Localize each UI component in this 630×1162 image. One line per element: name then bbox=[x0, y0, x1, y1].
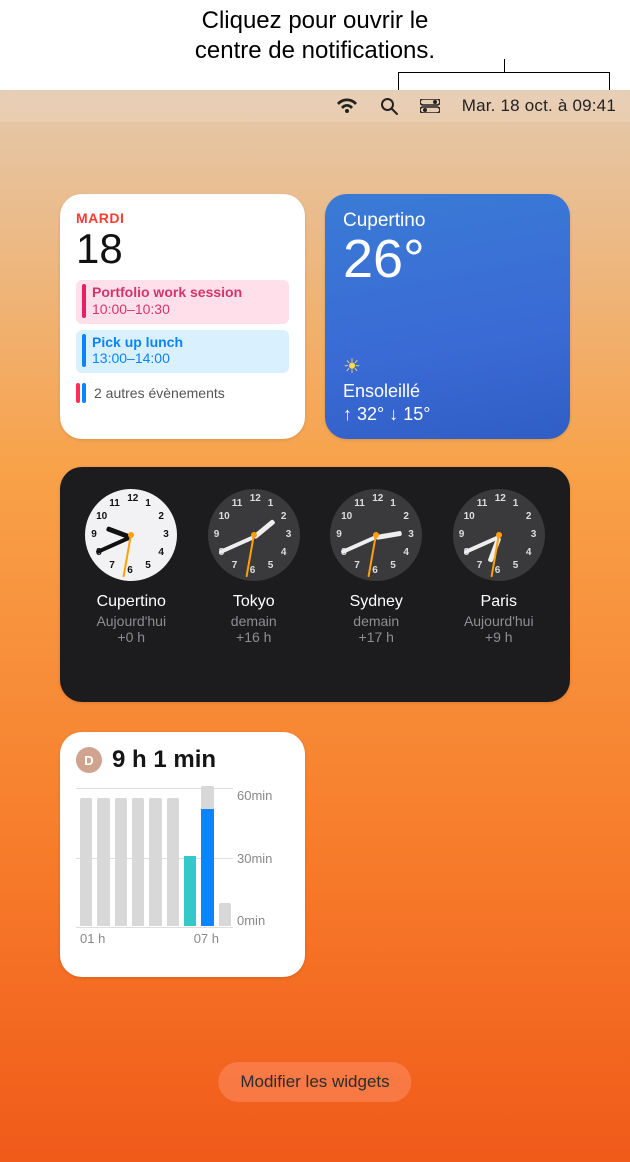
chart-bar bbox=[115, 798, 127, 926]
world-clock-city: 123456789101112 Sydney demain+17 h bbox=[316, 489, 436, 645]
search-icon[interactable] bbox=[380, 97, 398, 115]
chart-bar bbox=[132, 798, 144, 926]
clock-city-day: Aujourd'hui bbox=[439, 613, 559, 629]
edit-widgets-button[interactable]: Modifier les widgets bbox=[218, 1062, 411, 1102]
chart-bar bbox=[219, 903, 231, 926]
menubar: Mar. 18 oct. à 09:41 bbox=[0, 90, 630, 122]
more-events-label: 2 autres évènements bbox=[94, 385, 225, 401]
clock-city-offset: +0 h bbox=[71, 629, 191, 645]
chart-bar bbox=[149, 798, 161, 926]
menubar-datetime[interactable]: Mar. 18 oct. à 09:41 bbox=[462, 96, 616, 116]
clock-city-name: Sydney bbox=[316, 593, 436, 611]
callout-bracket bbox=[398, 72, 610, 90]
clock-city-day: demain bbox=[194, 613, 314, 629]
notification-center-widgets: MARDI 18 Portfolio work session 10:00–10… bbox=[0, 122, 630, 997]
clock-city-day: demain bbox=[316, 613, 436, 629]
screentime-widget[interactable]: D 9 h 1 min 60min 30min 0min 01 h 07 h bbox=[60, 732, 305, 977]
calendar-day-label: MARDI bbox=[76, 210, 289, 226]
calendar-event[interactable]: Pick up lunch 13:00–14:00 bbox=[76, 330, 289, 374]
calendar-event[interactable]: Portfolio work session 10:00–10:30 bbox=[76, 280, 289, 324]
chart-bar bbox=[167, 798, 179, 926]
calendar-more-events[interactable]: 2 autres évènements bbox=[76, 383, 289, 403]
clock-face: 123456789101112 bbox=[85, 489, 177, 581]
wifi-icon[interactable] bbox=[336, 98, 358, 114]
clock-city-name: Paris bbox=[439, 593, 559, 611]
event-title: Pick up lunch bbox=[92, 334, 183, 351]
world-clock-city: 123456789101112 Tokyo demain+16 h bbox=[194, 489, 314, 645]
clock-city-name: Cupertino bbox=[71, 593, 191, 611]
weather-condition: Ensoleillé bbox=[343, 381, 552, 402]
chart-bars bbox=[80, 786, 231, 926]
callout-line1: Cliquez pour ouvrir le bbox=[202, 7, 429, 34]
chart-bar bbox=[80, 798, 92, 926]
clock-face: 123456789101112 bbox=[208, 489, 300, 581]
weather-temp: 26° bbox=[343, 232, 552, 286]
clock-face: 123456789101112 bbox=[330, 489, 422, 581]
world-clock-city: 123456789101112 Paris Aujourd'hui+9 h bbox=[439, 489, 559, 645]
calendar-date-number: 18 bbox=[76, 228, 289, 270]
weather-hilo: ↑ 32° ↓ 15° bbox=[343, 404, 552, 425]
sun-icon: ☀︎ bbox=[343, 354, 552, 379]
clock-city-offset: +16 h bbox=[194, 629, 314, 645]
event-title: Portfolio work session bbox=[92, 284, 242, 301]
screentime-chart: 60min 30min 0min 01 h 07 h bbox=[76, 788, 289, 938]
control-center-icon[interactable] bbox=[420, 99, 440, 113]
chart-bar bbox=[97, 798, 109, 926]
callout-line2: centre de notifications. bbox=[195, 37, 435, 64]
world-clock-widget[interactable]: 123456789101112CupertinoAujourd'hui+0 h1… bbox=[60, 467, 570, 702]
clock-city-offset: +17 h bbox=[316, 629, 436, 645]
screentime-duration: 9 h 1 min bbox=[112, 746, 216, 774]
event-color-bar bbox=[82, 334, 86, 368]
event-time: 10:00–10:30 bbox=[92, 301, 242, 318]
chart-ylabels: 60min 30min 0min bbox=[237, 788, 289, 928]
chart-bar bbox=[184, 856, 196, 926]
desktop-screen: Mar. 18 oct. à 09:41 MARDI 18 Portfolio … bbox=[0, 90, 630, 1162]
callout-text: Cliquez pour ouvrir le centre de notific… bbox=[0, 6, 630, 66]
world-clock-city: 123456789101112 Cupertino Aujourd'hui+0 h bbox=[71, 489, 191, 645]
screentime-badge: D bbox=[76, 747, 102, 773]
chart-xlabels: 01 h 07 h bbox=[80, 931, 231, 946]
clock-city-day: Aujourd'hui bbox=[71, 613, 191, 629]
clock-city-name: Tokyo bbox=[194, 593, 314, 611]
clock-face: 123456789101112 bbox=[453, 489, 545, 581]
more-events-color-bars bbox=[76, 383, 86, 403]
calendar-widget[interactable]: MARDI 18 Portfolio work session 10:00–10… bbox=[60, 194, 305, 439]
weather-widget[interactable]: Cupertino 26° ☀︎ Ensoleillé ↑ 32° ↓ 15° bbox=[325, 194, 570, 439]
clock-city-offset: +9 h bbox=[439, 629, 559, 645]
chart-bar bbox=[201, 786, 213, 926]
event-color-bar bbox=[82, 284, 86, 318]
event-time: 13:00–14:00 bbox=[92, 350, 183, 367]
